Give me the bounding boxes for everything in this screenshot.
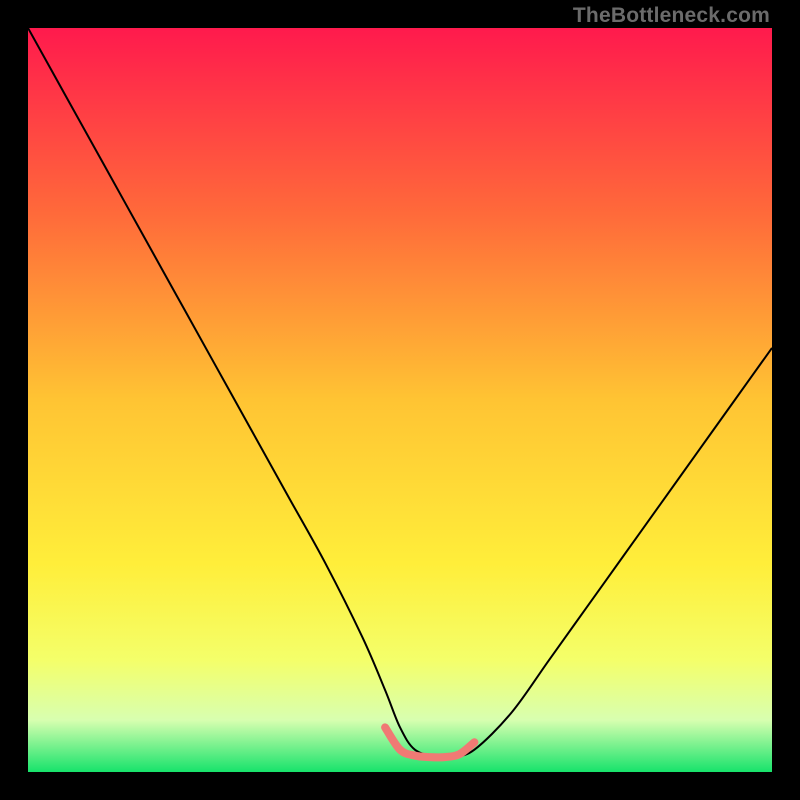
optimal-marker — [385, 727, 474, 757]
curve-layer — [28, 28, 772, 772]
watermark: TheBottleneck.com — [573, 4, 770, 28]
chart-container: TheBottleneck.com — [0, 0, 800, 800]
bottleneck-curve — [28, 28, 772, 758]
plot-area — [28, 28, 772, 772]
